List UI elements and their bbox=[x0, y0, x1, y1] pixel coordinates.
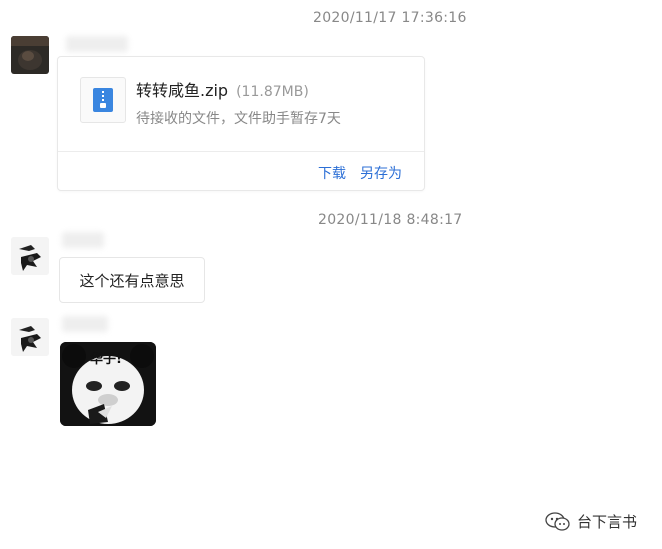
avatar-image bbox=[11, 318, 49, 356]
text-message: 这个还有点意思 bbox=[79, 271, 185, 290]
sender-name-blurred bbox=[66, 36, 128, 52]
wechat-icon bbox=[545, 511, 570, 531]
download-link[interactable]: 下载 bbox=[318, 163, 346, 183]
sender-avatar[interactable] bbox=[11, 237, 49, 275]
save-as-link[interactable]: 另存为 bbox=[360, 163, 402, 183]
message-timestamp: 2020/11/17 17:36:16 bbox=[313, 10, 467, 26]
panda-sticker[interactable]: 华子! bbox=[60, 342, 156, 426]
sender-name-blurred bbox=[62, 316, 108, 332]
file-message-card[interactable]: 转转咸鱼.zip (11.87MB) 待接收的文件，文件助手暂存7天 下载 另存为 bbox=[57, 56, 425, 191]
avatar-image bbox=[11, 237, 49, 275]
avatar-image bbox=[11, 36, 49, 74]
watermark-text: 台下言书 bbox=[577, 513, 638, 531]
sender-avatar[interactable] bbox=[11, 318, 49, 356]
message-timestamp: 2020/11/18 8:48:17 bbox=[318, 212, 463, 228]
file-size: (11.87MB) bbox=[236, 84, 309, 100]
watermark: 台下言书 bbox=[545, 511, 637, 532]
sticker-caption: 华子! bbox=[90, 352, 122, 367]
text-message-bubble[interactable]: 这个还有点意思 bbox=[59, 257, 205, 303]
file-status: 待接收的文件，文件助手暂存7天 bbox=[136, 111, 341, 127]
card-divider bbox=[58, 151, 424, 152]
sender-avatar[interactable] bbox=[11, 36, 49, 74]
sender-name-blurred bbox=[62, 232, 104, 248]
file-name: 转转咸鱼.zip bbox=[136, 81, 229, 100]
zip-file-icon bbox=[80, 77, 126, 123]
